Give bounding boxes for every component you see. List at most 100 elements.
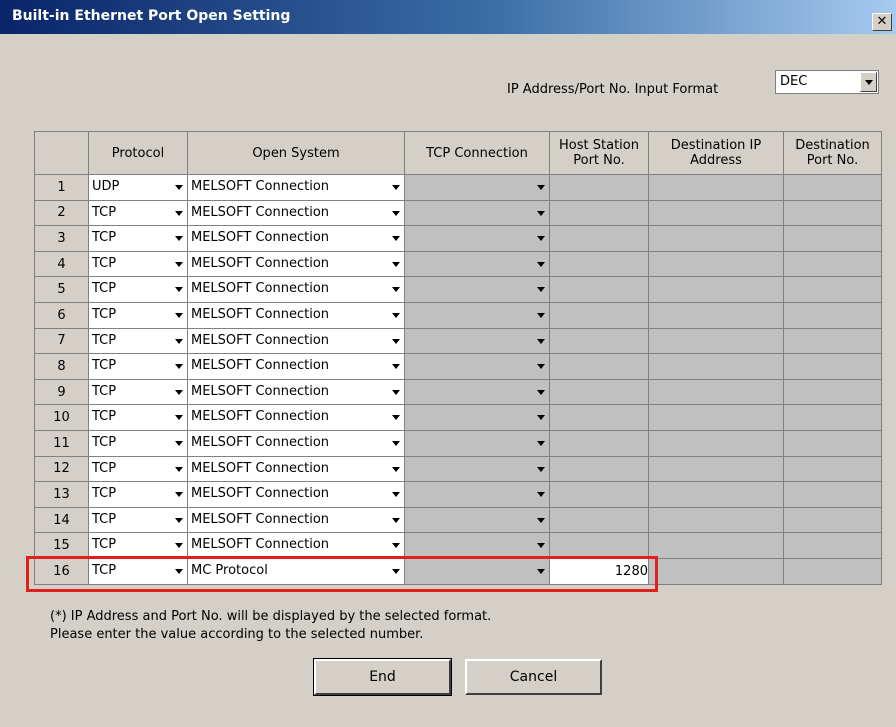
tcp-connection-select[interactable] — [404, 199, 550, 227]
open-system-select[interactable]: MELSOFT Connection — [187, 327, 405, 355]
chevron-down-icon[interactable] — [537, 466, 545, 472]
chevron-down-icon[interactable] — [175, 236, 183, 242]
chevron-down-icon[interactable] — [175, 364, 183, 370]
chevron-down-icon[interactable] — [392, 210, 400, 216]
open-system-select[interactable]: MELSOFT Connection — [187, 301, 405, 329]
chevron-down-icon[interactable] — [392, 517, 400, 523]
chevron-down-icon[interactable] — [392, 440, 400, 446]
input-format-select[interactable]: DEC — [775, 70, 879, 94]
open-system-select[interactable]: MELSOFT Connection — [187, 532, 405, 559]
chevron-down-icon[interactable] — [537, 364, 545, 370]
chevron-down-icon[interactable] — [537, 210, 545, 216]
tcp-connection-select[interactable] — [404, 301, 550, 329]
chevron-down-icon[interactable] — [175, 415, 183, 421]
chevron-down-icon[interactable] — [392, 287, 400, 293]
tcp-connection-select[interactable] — [404, 557, 550, 585]
chevron-down-icon[interactable] — [175, 517, 183, 523]
chevron-down-icon[interactable] — [175, 338, 183, 344]
chevron-down-icon[interactable] — [860, 72, 877, 92]
chevron-down-icon[interactable] — [537, 492, 545, 498]
chevron-down-icon[interactable] — [392, 338, 400, 344]
open-system-select[interactable]: MELSOFT Connection — [187, 276, 405, 303]
open-system-select[interactable]: MELSOFT Connection — [187, 455, 405, 483]
protocol-select[interactable]: TCP — [88, 481, 188, 508]
chevron-down-icon[interactable] — [392, 364, 400, 370]
tcp-connection-select[interactable] — [404, 506, 550, 534]
chevron-down-icon[interactable] — [175, 543, 183, 549]
open-system-select[interactable]: MELSOFT Connection — [187, 429, 405, 457]
chevron-down-icon[interactable] — [537, 517, 545, 523]
chevron-down-icon[interactable] — [175, 568, 183, 574]
chevron-down-icon[interactable] — [175, 185, 183, 190]
chevron-down-icon[interactable] — [392, 236, 400, 242]
chevron-down-icon[interactable] — [392, 543, 400, 549]
tcp-connection-select[interactable] — [404, 429, 550, 457]
open-system-select[interactable]: MELSOFT Connection — [187, 481, 405, 508]
chevron-down-icon[interactable] — [175, 440, 183, 446]
tcp-connection-select[interactable] — [404, 225, 550, 252]
protocol-select[interactable]: UDP — [88, 174, 188, 201]
chevron-down-icon[interactable] — [392, 415, 400, 421]
chevron-down-icon[interactable] — [537, 389, 545, 395]
chevron-down-icon[interactable] — [175, 389, 183, 395]
chevron-down-icon[interactable] — [537, 568, 545, 574]
protocol-select[interactable]: TCP — [88, 429, 188, 457]
tcp-connection-select[interactable] — [404, 378, 550, 406]
protocol-select[interactable]: TCP — [88, 199, 188, 227]
tcp-connection-select[interactable] — [404, 327, 550, 355]
protocol-select[interactable]: TCP — [88, 557, 188, 585]
chevron-down-icon[interactable] — [392, 312, 400, 318]
tcp-connection-select[interactable] — [404, 404, 550, 431]
protocol-select[interactable]: TCP — [88, 250, 188, 278]
chevron-down-icon[interactable] — [392, 389, 400, 395]
close-button[interactable]: ✕ — [872, 13, 892, 31]
protocol-select[interactable]: TCP — [88, 378, 188, 406]
protocol-select[interactable]: TCP — [88, 455, 188, 483]
protocol-select[interactable]: TCP — [88, 506, 188, 534]
chevron-down-icon[interactable] — [392, 261, 400, 267]
chevron-down-icon[interactable] — [175, 210, 183, 216]
open-system-select[interactable]: MELSOFT Connection — [187, 199, 405, 227]
end-button[interactable]: End — [313, 658, 452, 696]
protocol-select[interactable]: TCP — [88, 225, 188, 252]
chevron-down-icon[interactable] — [537, 543, 545, 549]
chevron-down-icon[interactable] — [537, 185, 545, 190]
protocol-select[interactable]: TCP — [88, 404, 188, 431]
chevron-down-icon[interactable] — [537, 415, 545, 421]
open-system-select[interactable]: MC Protocol — [187, 557, 405, 585]
protocol-select[interactable]: TCP — [88, 327, 188, 355]
tcp-connection-select[interactable] — [404, 481, 550, 508]
open-system-select[interactable]: MELSOFT Connection — [187, 225, 405, 252]
host-station-port-input[interactable]: 1280 — [549, 557, 649, 585]
chevron-down-icon[interactable] — [175, 492, 183, 498]
open-system-select[interactable]: MELSOFT Connection — [187, 353, 405, 380]
open-system-select[interactable]: MELSOFT Connection — [187, 404, 405, 431]
tcp-connection-select[interactable] — [404, 532, 550, 559]
tcp-connection-select[interactable] — [404, 276, 550, 303]
tcp-connection-select[interactable] — [404, 455, 550, 483]
cancel-button[interactable]: Cancel — [465, 659, 602, 695]
chevron-down-icon[interactable] — [537, 338, 545, 344]
chevron-down-icon[interactable] — [537, 440, 545, 446]
chevron-down-icon[interactable] — [537, 261, 545, 267]
tcp-connection-select[interactable] — [404, 250, 550, 278]
protocol-select[interactable]: TCP — [88, 301, 188, 329]
open-system-select[interactable]: MELSOFT Connection — [187, 174, 405, 201]
open-system-select[interactable]: MELSOFT Connection — [187, 506, 405, 534]
tcp-connection-select[interactable] — [404, 174, 550, 201]
chevron-down-icon[interactable] — [392, 185, 400, 190]
protocol-select[interactable]: TCP — [88, 353, 188, 380]
chevron-down-icon[interactable] — [537, 236, 545, 242]
chevron-down-icon[interactable] — [175, 466, 183, 472]
protocol-select[interactable]: TCP — [88, 276, 188, 303]
chevron-down-icon[interactable] — [392, 492, 400, 498]
chevron-down-icon[interactable] — [175, 261, 183, 267]
chevron-down-icon[interactable] — [537, 312, 545, 318]
tcp-connection-select[interactable] — [404, 353, 550, 380]
chevron-down-icon[interactable] — [175, 312, 183, 318]
chevron-down-icon[interactable] — [392, 568, 400, 574]
open-system-select[interactable]: MELSOFT Connection — [187, 250, 405, 278]
protocol-select[interactable]: TCP — [88, 532, 188, 559]
chevron-down-icon[interactable] — [537, 287, 545, 293]
open-system-select[interactable]: MELSOFT Connection — [187, 378, 405, 406]
